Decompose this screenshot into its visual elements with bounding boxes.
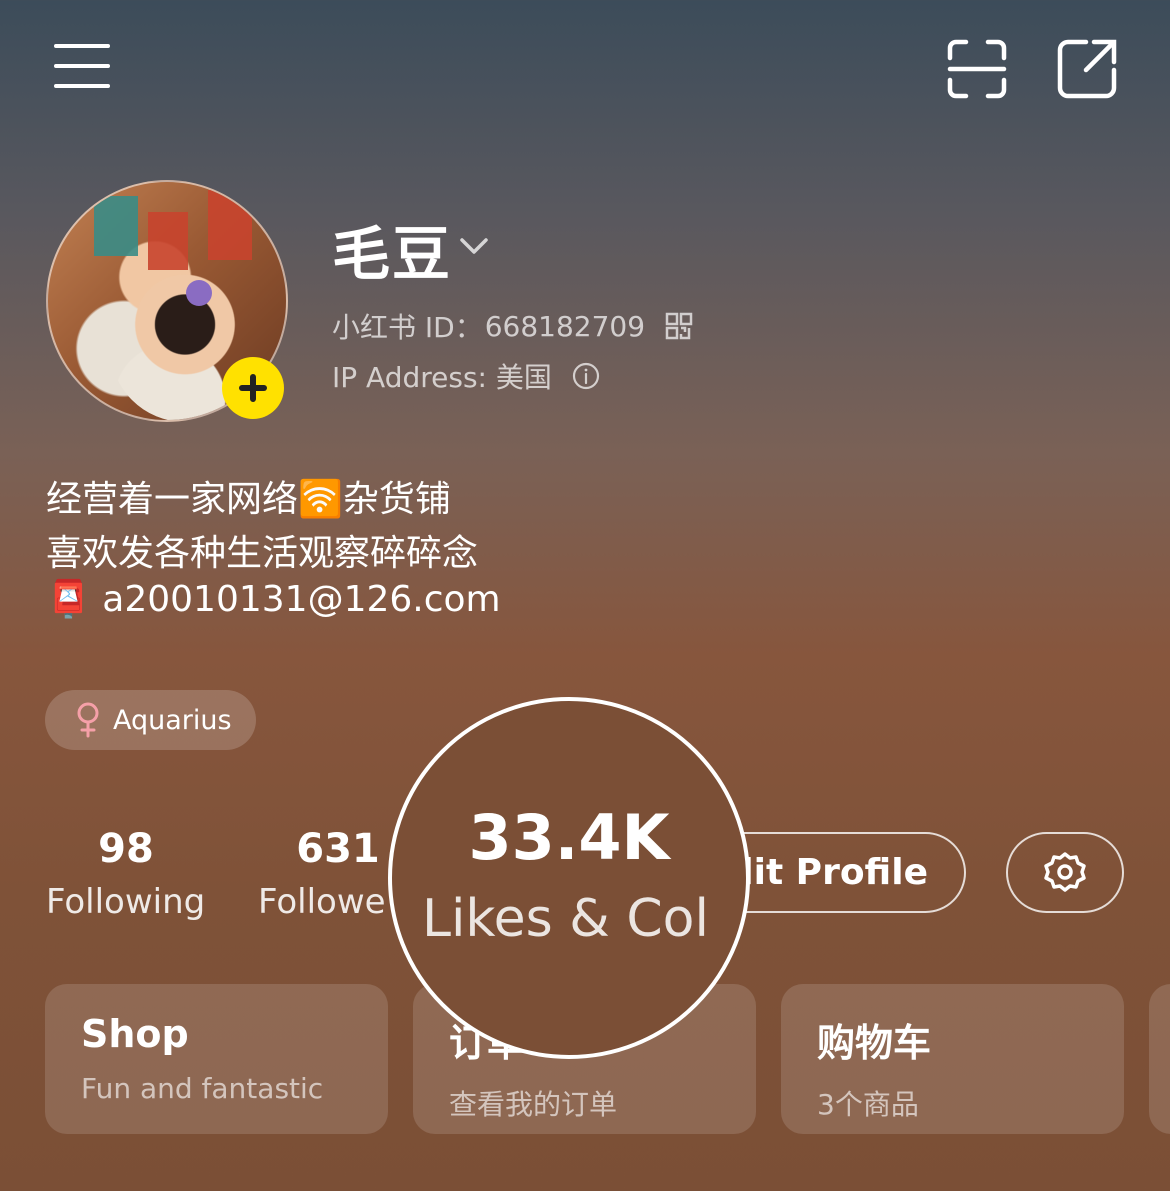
likes-label: Likes & Col (422, 889, 709, 949)
profile-name: 毛豆 (332, 220, 453, 288)
zodiac-tag-label: Aquarius (113, 704, 232, 736)
info-icon (572, 362, 599, 390)
avatar-poster-decoration (148, 212, 188, 270)
female-icon (77, 702, 99, 738)
zodiac-tag[interactable]: Aquarius (45, 690, 256, 750)
settings-button[interactable] (1006, 832, 1124, 913)
ip-address-row: IP Address: 美国 (332, 356, 600, 396)
cart-card-subtitle: 3个商品 (817, 1088, 919, 1121)
following-stat[interactable]: 98 Following (46, 826, 206, 922)
add-avatar-button[interactable] (222, 357, 284, 419)
user-id-row: 小红书 ID： 668182709 (332, 306, 693, 346)
qr-code-button[interactable] (665, 312, 693, 340)
bio-line-1: 经营着一家网络🛜杂货铺 (46, 479, 451, 520)
likes-magnifier[interactable]: 33.4K Likes & Col (388, 697, 750, 1059)
orders-card-subtitle: 查看我的订单 (449, 1088, 618, 1121)
menu-button[interactable] (52, 40, 112, 92)
edit-profile-label: dit Profile (727, 852, 928, 893)
next-card-peek[interactable] (1149, 984, 1170, 1134)
following-count: 98 (98, 826, 154, 872)
followers-label: Followe (258, 882, 386, 922)
user-id-value: 668182709 (484, 309, 646, 343)
shop-card[interactable]: Shop Fun and fantastic (45, 984, 388, 1134)
gear-icon (1044, 851, 1086, 892)
chevron-down-icon (460, 238, 488, 254)
qr-code-icon (665, 312, 693, 340)
followers-stat[interactable]: 631 Followe (258, 826, 408, 922)
bio-line-3: 📮 a20010131@126.com (46, 579, 501, 620)
avatar-poster-decoration (208, 190, 252, 260)
shop-card-title: Shop (81, 1012, 189, 1056)
scan-icon (947, 39, 1007, 99)
bio-line-2: 喜欢发各种生活观察碎碎念 (46, 533, 479, 574)
avatar-poster-decoration (94, 196, 138, 256)
cart-card[interactable]: 购物车 3个商品 (781, 984, 1124, 1134)
following-label: Following (46, 882, 206, 922)
share-icon (1057, 39, 1117, 99)
share-button[interactable] (1056, 38, 1118, 100)
avatar-flower (186, 280, 212, 306)
ip-address-label: IP Address: 美国 (332, 361, 552, 394)
cart-card-title: 购物车 (817, 1021, 932, 1065)
likes-count: 33.4K (468, 801, 670, 874)
user-id-label: 小红书 ID： (332, 311, 483, 344)
plus-icon (239, 374, 267, 402)
account-switch-button[interactable] (456, 228, 492, 264)
scan-button[interactable] (946, 38, 1008, 100)
hamburger-menu-icon (54, 44, 110, 88)
shop-card-subtitle: Fun and fantastic (81, 1072, 324, 1105)
ip-info-button[interactable] (572, 362, 600, 390)
